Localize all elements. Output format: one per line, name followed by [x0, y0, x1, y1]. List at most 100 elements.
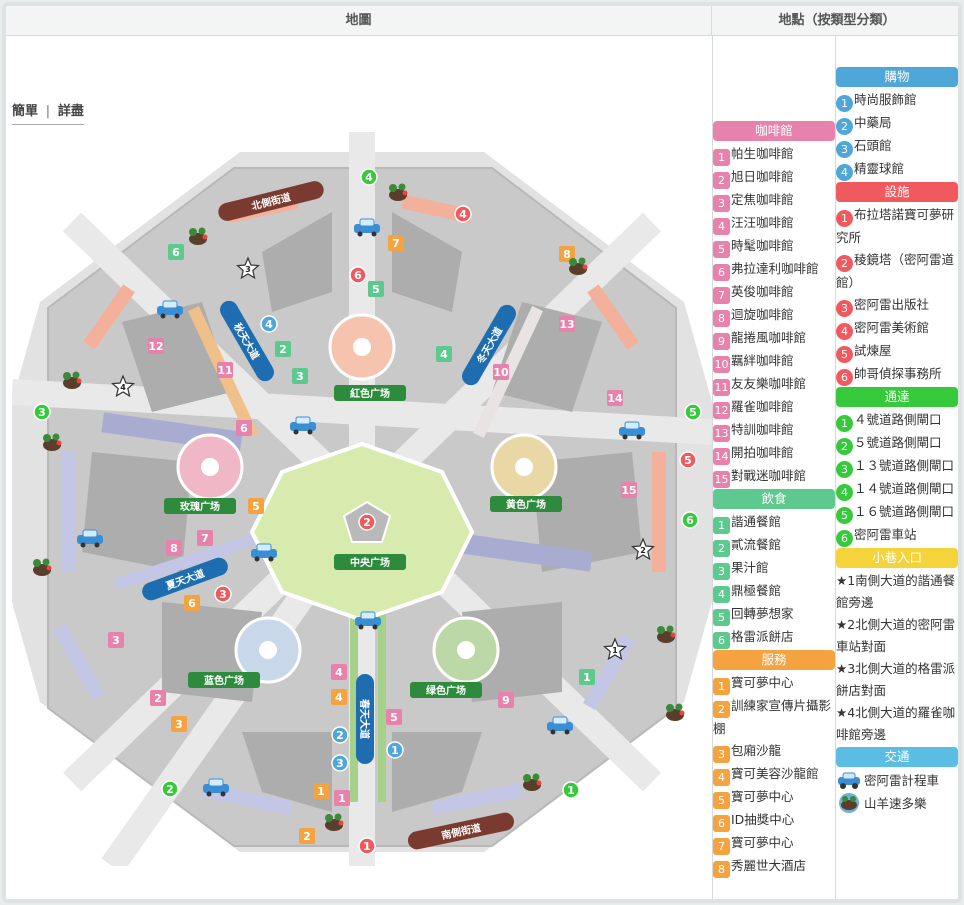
- legend-item-cafe[interactable]: 6 弗拉達利咖啡館: [713, 258, 835, 281]
- legend-item-gate[interactable]: 1 ４號道路側閘口: [836, 409, 958, 432]
- map-marker-food[interactable]: 5: [368, 281, 384, 297]
- map-marker-cafe[interactable]: 4: [331, 664, 347, 680]
- legend-item-cafe[interactable]: 8 迴旋咖啡館: [713, 304, 835, 327]
- category-header-service[interactable]: 服務: [713, 650, 835, 670]
- map-marker-facility[interactable]: 2: [358, 513, 376, 531]
- map-marker-facility[interactable]: 6: [349, 266, 367, 284]
- legend-item-food[interactable]: 5 回轉夢想家: [713, 603, 835, 626]
- legend-item-facility[interactable]: 3 密阿雷出版社: [836, 294, 958, 317]
- legend-item-cafe[interactable]: 13 特訓咖啡館: [713, 419, 835, 442]
- map-marker-cafe[interactable]: 2: [150, 690, 166, 706]
- map-marker-cafe[interactable]: 6: [236, 420, 252, 436]
- map-marker-gate[interactable]: 6: [681, 511, 699, 529]
- map-marker-cafe[interactable]: 14: [607, 390, 623, 406]
- simple-view-link[interactable]: 簡單: [12, 104, 38, 119]
- legend-item-cafe[interactable]: 4 汪汪咖啡館: [713, 212, 835, 235]
- legend-item-facility[interactable]: 5 試煉屋: [836, 340, 958, 363]
- map-marker-food[interactable]: 6: [168, 244, 184, 260]
- legend-item-gate[interactable]: 3 １３號道路側閘口: [836, 455, 958, 478]
- map-marker-facility[interactable]: 1: [358, 837, 376, 855]
- map-marker-service[interactable]: 2: [299, 828, 315, 844]
- map-marker-facility[interactable]: 5: [679, 451, 697, 469]
- map-marker-food[interactable]: 4: [436, 346, 452, 362]
- category-header-alley[interactable]: 小巷入口: [836, 548, 958, 568]
- map-marker-gate[interactable]: 3: [33, 403, 51, 421]
- map-marker-cafe[interactable]: 8: [166, 540, 182, 556]
- legend-item-cafe[interactable]: 2 旭日咖啡館: [713, 166, 835, 189]
- map-marker-cafe[interactable]: 3: [108, 632, 124, 648]
- map-marker-food[interactable]: 3: [292, 368, 308, 384]
- legend-item-facility[interactable]: 6 帥哥偵探事務所: [836, 363, 958, 386]
- legend-item-gate[interactable]: 2 ５號道路側閘口: [836, 432, 958, 455]
- legend-item-service[interactable]: 5 寶可夢中心: [713, 786, 835, 809]
- map-marker-cafe[interactable]: 12: [148, 338, 164, 354]
- category-header-food[interactable]: 飲食: [713, 489, 835, 509]
- legend-item-transport[interactable]: 密阿雷計程車: [836, 769, 958, 792]
- legend-item-cafe[interactable]: 11 友友樂咖啡館: [713, 373, 835, 396]
- legend-item-facility[interactable]: 4 密阿雷美術館: [836, 317, 958, 340]
- legend-item-food[interactable]: 3 果汁館: [713, 557, 835, 580]
- legend-item-facility[interactable]: 2 稜鏡塔（密阿雷道館）: [836, 249, 958, 294]
- legend-item-cafe[interactable]: 1 帕生咖啡館: [713, 143, 835, 166]
- category-header-cafe[interactable]: 咖啡館: [713, 121, 835, 141]
- legend-item-alley[interactable]: ★2北側大道的密阿雷車站對面: [836, 614, 958, 658]
- map-marker-gate[interactable]: 1: [562, 781, 580, 799]
- map-marker-gate[interactable]: 4: [360, 168, 378, 186]
- legend-item-cafe[interactable]: 15 對戰迷咖啡館: [713, 465, 835, 488]
- map-marker-facility[interactable]: 4: [454, 205, 472, 223]
- map-marker-service[interactable]: 7: [388, 235, 404, 251]
- map-marker-food[interactable]: 1: [579, 669, 595, 685]
- map-marker-cafe[interactable]: 9: [498, 692, 514, 708]
- legend-item-shop[interactable]: 4 精靈球館: [836, 158, 958, 181]
- category-header-gate[interactable]: 通達: [836, 387, 958, 407]
- category-header-facility[interactable]: 設施: [836, 182, 958, 202]
- legend-item-cafe[interactable]: 14 開拍咖啡館: [713, 442, 835, 465]
- legend-item-food[interactable]: 6 格雷派餅店: [713, 626, 835, 649]
- map-marker-food[interactable]: 2: [275, 341, 291, 357]
- map-marker-cafe[interactable]: 15: [621, 482, 637, 498]
- map-marker-cafe[interactable]: 7: [197, 530, 213, 546]
- map-marker-shop[interactable]: 3: [331, 754, 349, 772]
- legend-item-alley[interactable]: ★3北側大道的格雷派餅店對面: [836, 658, 958, 702]
- legend-item-alley[interactable]: ★4北側大道的羅雀咖啡館旁邊: [836, 702, 958, 746]
- legend-item-service[interactable]: 3 包廂沙龍: [713, 740, 835, 763]
- legend-item-service[interactable]: 1 寶可夢中心: [713, 672, 835, 695]
- legend-item-facility[interactable]: 1 布拉塔諾寶可夢研究所: [836, 204, 958, 249]
- map-marker-shop[interactable]: 4: [260, 315, 278, 333]
- map-marker-facility[interactable]: 3: [214, 585, 232, 603]
- category-header-shop[interactable]: 購物: [836, 67, 958, 87]
- map-marker-service[interactable]: 4: [331, 689, 347, 705]
- map-marker-cafe[interactable]: 10: [493, 364, 509, 380]
- legend-item-alley[interactable]: ★1南側大道的諧通餐館旁邊: [836, 570, 958, 614]
- map-marker-cafe[interactable]: 13: [559, 316, 575, 332]
- map-marker-shop[interactable]: 2: [331, 726, 349, 744]
- legend-item-service[interactable]: 8 秀麗世大酒店: [713, 855, 835, 878]
- legend-item-cafe[interactable]: 3 定焦咖啡館: [713, 189, 835, 212]
- detail-view-link[interactable]: 詳盡: [58, 104, 84, 119]
- legend-item-cafe[interactable]: 10 羈絆咖啡館: [713, 350, 835, 373]
- legend-item-cafe[interactable]: 12 羅雀咖啡館: [713, 396, 835, 419]
- legend-item-service[interactable]: 7 寶可夢中心: [713, 832, 835, 855]
- legend-item-cafe[interactable]: 5 時髦咖啡館: [713, 235, 835, 258]
- legend-item-gate[interactable]: 6 密阿雷車站: [836, 524, 958, 547]
- category-header-transport[interactable]: 交通: [836, 747, 958, 767]
- map-marker-gate[interactable]: 2: [161, 780, 179, 798]
- legend-item-food[interactable]: 2 貳流餐館: [713, 534, 835, 557]
- legend-item-cafe[interactable]: 7 英俊咖啡館: [713, 281, 835, 304]
- legend-item-transport[interactable]: 山羊速多樂: [836, 792, 958, 815]
- map-marker-cafe[interactable]: 11: [217, 362, 233, 378]
- legend-item-gate[interactable]: 5 １６號道路側閘口: [836, 501, 958, 524]
- map-marker-shop[interactable]: 1: [386, 741, 404, 759]
- legend-item-service[interactable]: 6 ID抽獎中心: [713, 809, 835, 832]
- map-marker-service[interactable]: 5: [248, 498, 264, 514]
- map-marker-cafe[interactable]: 1: [334, 790, 350, 806]
- map-marker-service[interactable]: 3: [171, 716, 187, 732]
- legend-item-gate[interactable]: 4 １４號道路側閘口: [836, 478, 958, 501]
- legend-item-shop[interactable]: 3 石頭館: [836, 135, 958, 158]
- legend-item-service[interactable]: 2 訓練家宣傳片攝影棚: [713, 695, 835, 740]
- legend-item-shop[interactable]: 2 中藥局: [836, 112, 958, 135]
- map-marker-service[interactable]: 1: [313, 783, 329, 799]
- legend-item-shop[interactable]: 1 時尚服飾館: [836, 89, 958, 112]
- map-marker-gate[interactable]: 5: [684, 403, 702, 421]
- map-marker-cafe[interactable]: 5: [386, 709, 402, 725]
